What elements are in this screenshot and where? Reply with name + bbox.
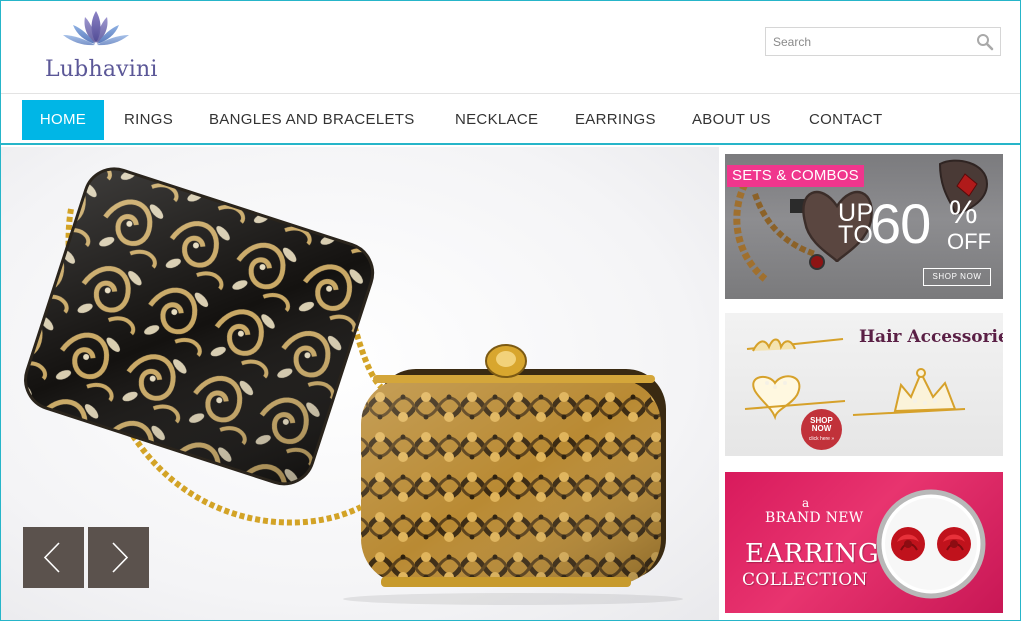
promo-banner-hair-accessories[interactable]: Hair Accessories SHOP NOW click here » xyxy=(725,313,1003,456)
nav-item-bangles-and-bracelets[interactable]: BANGLES AND BRACELETS xyxy=(191,100,433,140)
logo-text: Lubhavini xyxy=(45,57,158,82)
search-icon[interactable] xyxy=(976,33,994,51)
slider-prev-button[interactable] xyxy=(23,527,84,588)
shop-now-badge[interactable]: SHOP NOW click here » xyxy=(801,409,842,450)
nav-item-about-us[interactable]: ABOUT US xyxy=(674,100,789,140)
nav-item-home[interactable]: HOME xyxy=(22,100,104,140)
promo-title: EARRING xyxy=(745,539,880,569)
nav-item-earrings[interactable]: EARRINGS xyxy=(557,100,674,140)
nav-item-contact[interactable]: CONTACT xyxy=(791,100,900,140)
chevron-right-icon xyxy=(112,542,129,573)
hero-slider[interactable] xyxy=(1,147,719,620)
shop-now-button[interactable]: SHOP NOW xyxy=(923,268,991,286)
nav-item-necklace[interactable]: NECKLACE xyxy=(437,100,556,140)
promo-discount-amount: 60 xyxy=(870,192,931,255)
promo-upto-text: UP TO xyxy=(838,199,874,249)
chevron-left-icon xyxy=(43,542,60,573)
nav-item-rings[interactable]: RINGS xyxy=(106,100,191,140)
slider-next-button[interactable] xyxy=(88,527,149,588)
main-nav: HOME RINGS BANGLES AND BRACELETS NECKLAC… xyxy=(1,93,1020,145)
search-box xyxy=(765,27,1001,56)
promo-banner-earring-collection[interactable]: a BRAND NEW EARRING COLLECTION xyxy=(725,472,1003,613)
promo-title-2: COLLECTION xyxy=(742,570,868,590)
promo-tag: SETS & COMBOS xyxy=(727,165,864,187)
search-input[interactable] xyxy=(766,28,973,55)
site-logo[interactable]: Lubhavini xyxy=(41,7,161,83)
page-frame: Lubhavini HOME RINGS BANGLES AND BRACELE… xyxy=(0,0,1021,621)
promo-small-text: a xyxy=(802,496,810,510)
promo-banner-sets-combos[interactable]: SETS & COMBOS UP TO 60 % OFF SHOP NOW xyxy=(725,154,1003,299)
lotus-icon xyxy=(63,11,129,46)
promo-subtitle: BRAND NEW xyxy=(765,510,864,526)
promo-percent-sign: % xyxy=(949,194,978,230)
promo-off-text: OFF xyxy=(947,229,991,254)
promo-title: Hair Accessories xyxy=(859,327,1003,347)
